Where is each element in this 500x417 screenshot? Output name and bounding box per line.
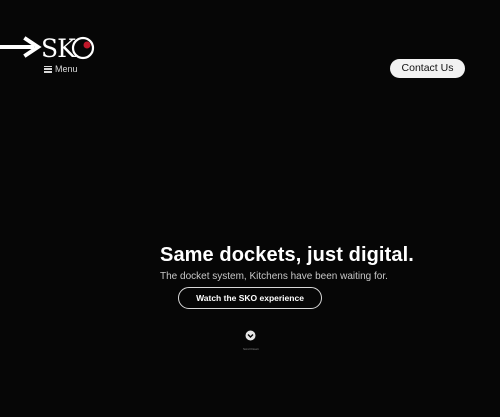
watch-experience-button[interactable]: Watch the SKO experience	[178, 287, 322, 309]
hero-title: Same dockets, just digital.	[160, 244, 414, 266]
arrow-right-icon	[0, 36, 42, 58]
hero-subtitle: The docket system, Kitchens have been wa…	[160, 271, 388, 282]
scroll-down-hint[interactable]: Scroll Down	[238, 330, 262, 356]
chevron-down-circle-icon	[245, 330, 256, 341]
menu-button[interactable]: Menu	[44, 64, 78, 74]
landing-page: SK Menu Contact Us Same dockets, just di…	[0, 0, 500, 417]
scroll-down-label: Scroll Down	[242, 347, 259, 351]
logo-o-mark	[71, 36, 95, 60]
menu-label: Menu	[55, 64, 78, 74]
sko-logo[interactable]: SK	[41, 33, 97, 63]
contact-us-button[interactable]: Contact Us	[390, 59, 465, 78]
hamburger-icon	[44, 65, 52, 73]
